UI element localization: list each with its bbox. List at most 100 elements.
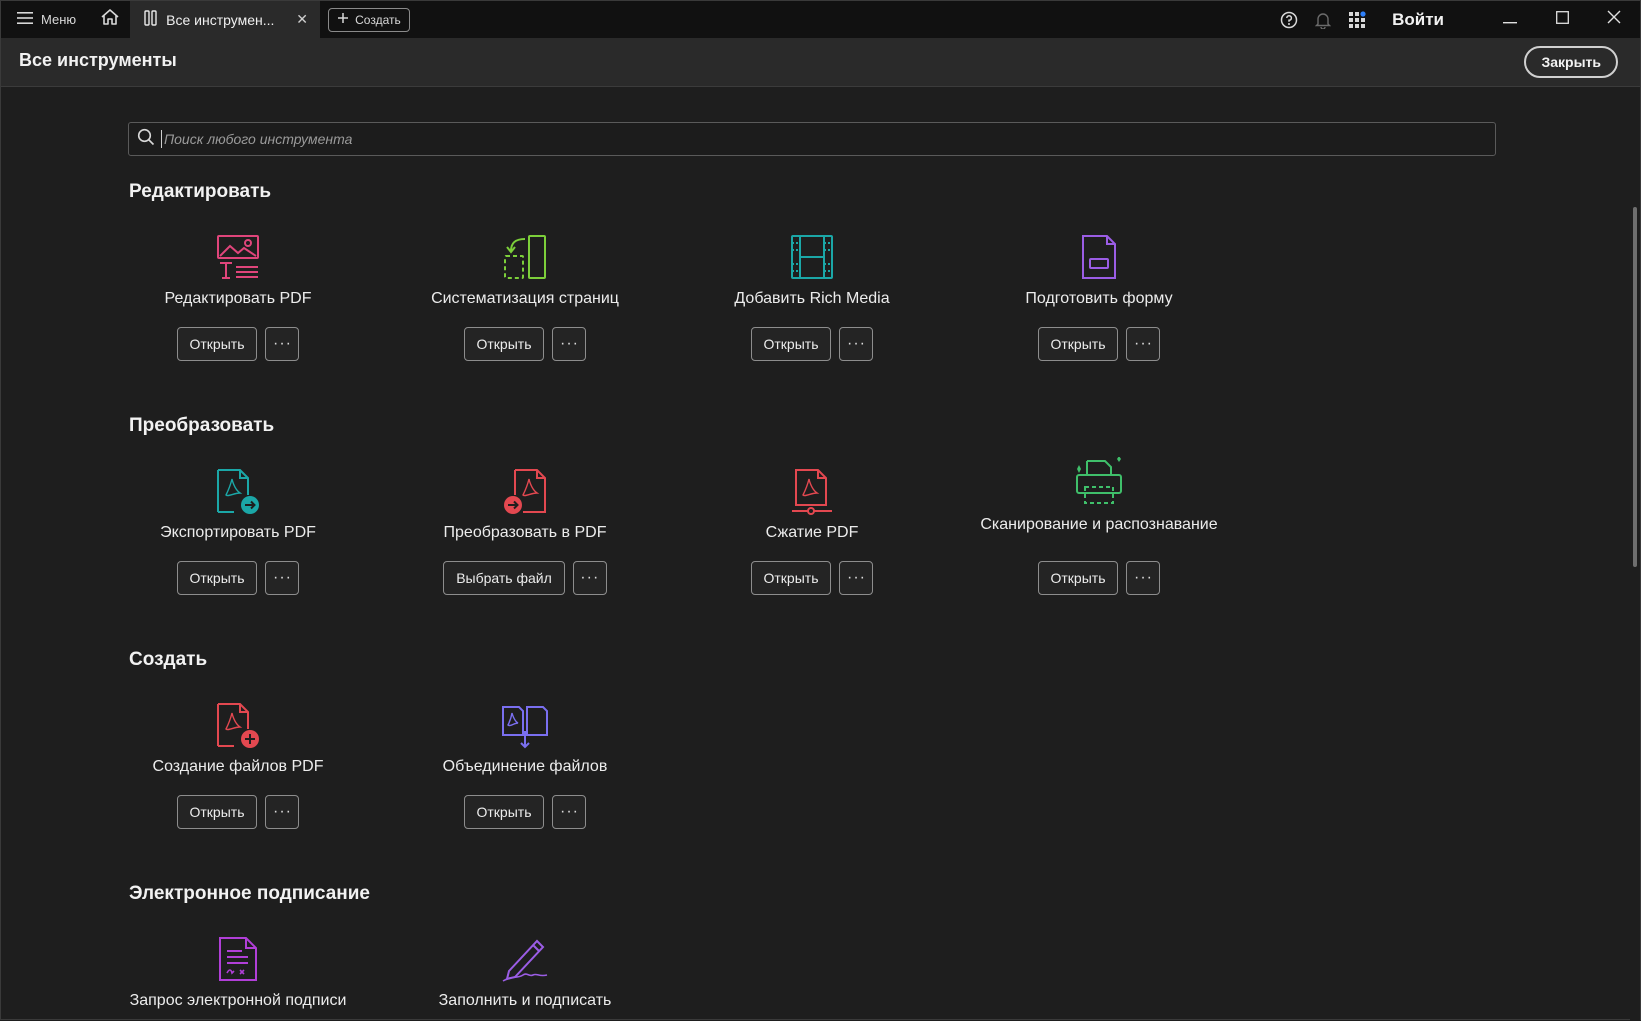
help-icon[interactable]: [1272, 1, 1306, 38]
compress-pdf-icon: [677, 463, 947, 515]
create-button[interactable]: Создать: [328, 7, 410, 32]
request-esign-icon: [103, 931, 373, 983]
tab-label: Все инструмен...: [166, 11, 275, 28]
menu-label: Меню: [41, 12, 77, 27]
maximize-button[interactable]: [1536, 1, 1588, 38]
scrollbar[interactable]: [1630, 87, 1640, 1021]
more-options-button[interactable]: ···: [839, 561, 874, 595]
more-options-button[interactable]: ···: [1126, 561, 1161, 595]
organize-pages-icon: [390, 229, 660, 281]
more-options-button[interactable]: ···: [265, 327, 300, 361]
tool-request-esign: Запрос электронной подписи: [103, 931, 373, 1021]
tool-combine-files: Объединение файлов Открыть ···: [390, 697, 660, 829]
sign-in-button[interactable]: Войти: [1392, 10, 1444, 30]
tool-actions: Выбрать файл ···: [390, 561, 660, 595]
tool-name: Экспортировать PDF: [160, 524, 316, 541]
app-window: Меню Все инструмен... ✕ Создать Войти Вс…: [0, 0, 1641, 1021]
export-pdf-icon: [103, 463, 373, 515]
open-button[interactable]: Открыть: [176, 327, 258, 361]
create-label: Создать: [355, 12, 401, 27]
tool-convert-to-pdf: Преобразовать в PDF Выбрать файл ···: [390, 463, 660, 595]
open-button[interactable]: Открыть: [463, 795, 545, 829]
more-options-button[interactable]: ···: [1126, 327, 1161, 361]
tool-name: Объединение файлов: [442, 758, 608, 775]
menu-button[interactable]: Меню: [1, 1, 90, 38]
titlebar-actions: Войти: [1272, 1, 1640, 38]
tool-actions: Открыть ···: [103, 561, 373, 595]
convert-to-pdf-icon: [390, 463, 660, 515]
window-close-icon: [1607, 10, 1621, 29]
plus-icon: [337, 12, 349, 27]
tool-actions: Открыть ···: [677, 561, 947, 595]
search-box: [128, 122, 1496, 156]
window-close-button[interactable]: [1588, 1, 1640, 38]
open-button[interactable]: Открыть: [1037, 327, 1119, 361]
tool-actions: Открыть ···: [103, 327, 373, 361]
tools-tab-icon: [144, 10, 158, 29]
tool-name: Сжатие PDF: [765, 524, 859, 541]
tool-name: Создание файлов PDF: [152, 758, 324, 775]
tool-rich-media: Добавить Rich Media Открыть ···: [677, 229, 947, 361]
section-title-esign: Электронное подписание: [129, 883, 370, 904]
tool-export-pdf: Экспортировать PDF Открыть ···: [103, 463, 373, 595]
more-options-button[interactable]: ···: [265, 561, 300, 595]
page-header: Все инструменты Закрыть: [1, 38, 1640, 87]
maximize-icon: [1555, 10, 1569, 29]
notifications-bell-icon[interactable]: [1306, 1, 1340, 38]
tool-scan-ocr: Сканирование и распознавание Открыть ···: [964, 455, 1234, 595]
tool-actions: Открыть ···: [390, 327, 660, 361]
tool-name: Преобразовать в PDF: [443, 524, 607, 541]
open-button[interactable]: Открыть: [176, 561, 258, 595]
open-button[interactable]: Открыть: [750, 327, 832, 361]
tool-actions: Открыть ···: [964, 561, 1234, 595]
open-button[interactable]: Открыть: [1037, 561, 1119, 595]
home-button[interactable]: [90, 1, 130, 38]
fill-sign-icon: [390, 931, 660, 983]
tool-prepare-form: Подготовить форму Открыть ···: [964, 229, 1234, 361]
scrollbar-thumb[interactable]: [1633, 207, 1637, 567]
search-input[interactable]: [161, 130, 1495, 148]
minimize-button[interactable]: [1484, 1, 1536, 38]
section-title-edit: Редактировать: [129, 181, 272, 202]
tool-name: Добавить Rich Media: [734, 290, 890, 307]
tool-organize-pages: Систематизация страниц Открыть ···: [390, 229, 660, 361]
page-title: Все инструменты: [19, 50, 177, 70]
tool-create-pdf: Создание файлов PDF Открыть ···: [103, 697, 373, 829]
tool-name: Подготовить форму: [1025, 290, 1173, 307]
create-pdf-icon: [103, 697, 373, 749]
more-options-button[interactable]: ···: [552, 327, 587, 361]
tool-actions: Открыть ···: [677, 327, 947, 361]
more-options-button[interactable]: ···: [265, 795, 300, 829]
search-icon: [137, 128, 155, 151]
hamburger-icon: [17, 11, 33, 28]
tool-edit-pdf: Редактировать PDF Открыть ···: [103, 229, 373, 361]
more-options-button[interactable]: ···: [572, 561, 607, 595]
open-button[interactable]: Открыть: [750, 561, 832, 595]
tool-name: Редактировать PDF: [164, 290, 312, 307]
tool-actions: Открыть ···: [964, 327, 1234, 361]
tool-name: Систематизация страниц: [431, 290, 619, 307]
combine-files-icon: [390, 697, 660, 749]
tool-name: Запрос электронной подписи: [129, 992, 347, 1009]
open-button[interactable]: Открыть: [463, 327, 545, 361]
home-icon: [100, 8, 120, 31]
tool-name: Сканирование и распознавание: [980, 516, 1218, 533]
tool-compress-pdf: Сжатие PDF Открыть ···: [677, 463, 947, 595]
more-options-button[interactable]: ···: [839, 327, 874, 361]
open-button[interactable]: Открыть: [176, 795, 258, 829]
tools-content: Редактировать Редактировать PDF Открыть …: [1, 87, 1631, 1021]
tab-close-icon[interactable]: ✕: [294, 11, 310, 28]
tool-actions: Открыть ···: [390, 795, 660, 829]
edit-pdf-icon: [103, 229, 373, 281]
title-bar: Меню Все инструмен... ✕ Создать Войти: [1, 1, 1640, 38]
more-options-button[interactable]: ···: [552, 795, 587, 829]
tool-actions: Открыть ···: [103, 795, 373, 829]
scan-ocr-icon: [964, 455, 1234, 507]
choose-file-button[interactable]: Выбрать файл: [443, 561, 565, 595]
apps-grid-icon[interactable]: [1340, 1, 1374, 38]
rich-media-icon: [677, 229, 947, 281]
prepare-form-icon: [964, 229, 1234, 281]
section-title-convert: Преобразовать: [129, 415, 275, 436]
close-tools-button[interactable]: Закрыть: [1524, 46, 1618, 78]
tab-all-tools[interactable]: Все инструмен... ✕: [130, 1, 321, 38]
